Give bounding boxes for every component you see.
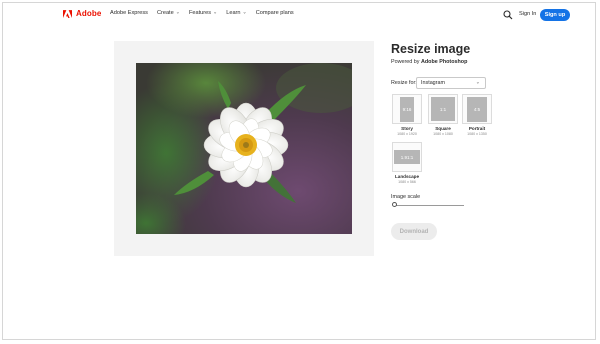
- nav-create[interactable]: Create ⌄: [156, 9, 180, 17]
- ratio-preview: 1:1: [431, 97, 455, 121]
- option-name: Story: [401, 126, 413, 131]
- adobe-logo-icon: [63, 9, 72, 18]
- ratio-preview: 4:5: [467, 96, 487, 122]
- option-portrait[interactable]: 4:5 Portrait 1080 x 1350: [462, 94, 492, 136]
- nav-label: Compare plans: [255, 10, 294, 16]
- option-thumbnail: 4:5: [462, 94, 492, 124]
- nav-features[interactable]: Features ⌄: [188, 9, 218, 17]
- sign-in-link[interactable]: Sign In: [519, 11, 536, 17]
- option-size: 1080 x 1080: [433, 132, 453, 136]
- option-thumbnail: 1.91:1: [392, 142, 422, 172]
- resize-for-value: Instagram: [421, 80, 445, 86]
- sign-up-button[interactable]: Sign up: [540, 9, 570, 21]
- chevron-down-icon: ⌄: [175, 9, 180, 16]
- option-name: Portrait: [468, 126, 486, 131]
- option-landscape[interactable]: 1.91:1 Landscape 1080 x 566: [392, 142, 422, 184]
- nav-compare-plans[interactable]: Compare plans: [256, 10, 294, 16]
- nav-learn[interactable]: Learn ⌄: [226, 9, 247, 17]
- adobe-logo[interactable]: Adobe: [63, 9, 101, 18]
- option-square[interactable]: 1:1 Square 1080 x 1080: [428, 94, 458, 136]
- chevron-down-icon: ⌄: [242, 9, 247, 16]
- nav-adobe-express[interactable]: Adobe Express: [110, 10, 148, 16]
- image-scale-slider-handle[interactable]: [392, 202, 397, 207]
- ratio-preview: 9:16: [400, 96, 414, 122]
- search-icon[interactable]: [503, 10, 513, 20]
- image-scale-slider[interactable]: [395, 205, 464, 206]
- image-preview-panel: [114, 41, 374, 256]
- nav-label: Learn: [226, 10, 241, 16]
- option-name: Landscape: [395, 174, 419, 179]
- powered-by-brand: Adobe Photoshop: [420, 59, 468, 65]
- chevron-down-icon: ⌄: [213, 9, 218, 16]
- nav-label: Features: [188, 10, 212, 16]
- main-nav: Adobe Express Create ⌄ Features ⌄ Learn ⌄ C…: [110, 9, 294, 17]
- download-button[interactable]: Download: [391, 223, 437, 240]
- option-story[interactable]: 9:16 Story 1080 x 1920: [392, 94, 422, 136]
- chevron-down-icon: ⌄: [475, 79, 480, 86]
- option-size: 1080 x 1920: [397, 132, 417, 136]
- powered-by-prefix: Powered by: [391, 59, 421, 65]
- brand-name: Adobe: [76, 9, 102, 18]
- resize-for-select[interactable]: Instagram ⌄: [416, 77, 486, 89]
- header: Adobe Adobe Express Create ⌄ Features ⌄ Le…: [0, 0, 600, 30]
- powered-by: Powered by Adobe Photoshop: [391, 59, 467, 65]
- option-thumbnail: 9:16: [392, 94, 422, 124]
- nav-label: Adobe Express: [110, 10, 148, 16]
- option-size: 1080 x 566: [398, 180, 416, 184]
- page-title: Resize image: [391, 42, 471, 56]
- option-thumbnail: 1:1: [428, 94, 458, 124]
- uploaded-image: [136, 63, 352, 234]
- ratio-preview: 1.91:1: [394, 150, 420, 164]
- resize-for-label: Resize for:: [391, 80, 417, 86]
- option-name: Square: [435, 126, 451, 131]
- image-scale-label: Image scale: [391, 194, 421, 200]
- option-size: 1080 x 1350: [467, 132, 487, 136]
- nav-label: Create: [156, 10, 174, 16]
